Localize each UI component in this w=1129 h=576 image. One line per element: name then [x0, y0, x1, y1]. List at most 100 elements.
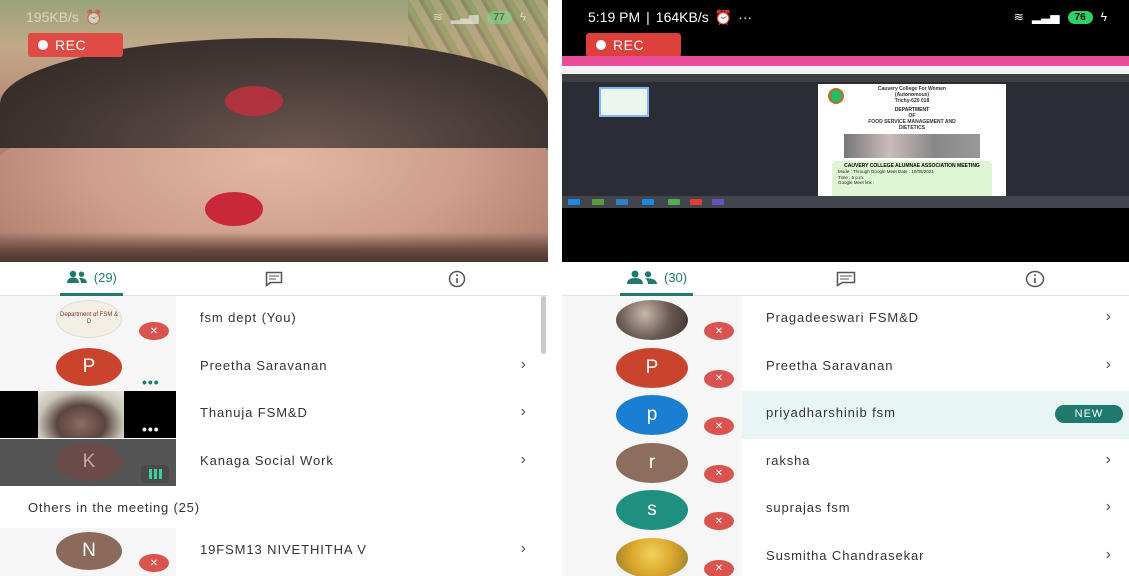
mic-off-icon: ✕ — [704, 322, 734, 340]
more-dots-icon: ••• — [142, 373, 160, 390]
participant-name: Preetha Saravanan — [766, 357, 894, 373]
participant-name: priyadharshinib fsm — [766, 405, 896, 420]
wifi-icon: ≋ — [432, 10, 443, 24]
chevron-right-icon[interactable]: › — [521, 540, 526, 558]
clock: 5:19 PM — [588, 9, 641, 25]
others-section-label: Others in the meeting (25) — [28, 500, 200, 515]
chevron-right-icon[interactable]: › — [1106, 451, 1111, 469]
participant-name: Kanaga Social Work — [200, 452, 334, 468]
browser-tab-bar — [562, 56, 1129, 66]
mic-off-icon: ✕ — [139, 322, 169, 340]
people-count: (30) — [663, 269, 688, 285]
participant-name: Pragadeeswari FSM&D — [766, 310, 919, 325]
rec-indicator: REC — [586, 33, 681, 57]
avatar — [616, 300, 688, 340]
building-photo — [844, 134, 980, 158]
tab-info[interactable] — [365, 262, 548, 295]
participant-row[interactable]: ✕ Susmitha Chandrasekar › — [562, 533, 1129, 576]
bindi — [205, 192, 263, 226]
chevron-right-icon[interactable]: › — [1106, 356, 1111, 374]
tab-chat[interactable] — [751, 262, 940, 295]
avatar: K — [56, 442, 122, 481]
network-speed: 195KB/s — [26, 9, 79, 25]
charging-icon: ϟ — [519, 10, 526, 24]
tab-people[interactable]: (30) — [562, 262, 751, 296]
left-phone-screen: 195KB/s ⏰ ≋ ▂▃▅ 77 ϟ REC (29) Department… — [0, 0, 548, 576]
meeting-tabs: (29) — [0, 262, 548, 296]
mic-off-icon: ✕ — [139, 554, 169, 572]
charging-icon: ϟ — [1100, 10, 1107, 24]
battery-indicator: 76 — [1067, 10, 1093, 24]
avatar — [616, 537, 688, 576]
avatar: r — [616, 442, 688, 483]
wifi-icon: ≋ — [1013, 10, 1024, 24]
participant-row[interactable]: ✕ Pragadeeswari FSM&D › — [562, 296, 1129, 344]
participant-row[interactable]: N ✕ 19FSM13 NIVETHITHA V › — [0, 528, 548, 576]
participant-name: Thanuja FSM&D — [200, 405, 308, 420]
avatar: p — [616, 395, 688, 435]
meeting-details-box: CAUVERY COLLEGE ALUMNAE ASSOCIATION MEET… — [832, 161, 992, 201]
new-badge: NEW — [1055, 405, 1123, 423]
avatar: Department of FSM & D — [56, 300, 122, 338]
mic-off-icon: ✕ — [704, 417, 734, 435]
signal-icon: ▂▃▅ — [1031, 10, 1060, 24]
tab-chat[interactable] — [183, 262, 366, 295]
tab-info[interactable] — [940, 262, 1129, 295]
mic-off-icon: ✕ — [704, 369, 734, 388]
info-icon — [1025, 270, 1044, 287]
mic-off-icon: ✕ — [704, 512, 734, 530]
participant-name: 19FSM13 NIVETHITHA V — [200, 542, 367, 557]
avatar: N — [56, 532, 122, 570]
chat-icon — [265, 271, 283, 287]
invitation-document: Cauvery College For Women (Autonomous) T… — [818, 84, 1006, 201]
chevron-right-icon[interactable]: › — [1106, 498, 1111, 516]
participant-name: raksha — [766, 452, 811, 468]
avatar: P — [616, 347, 688, 388]
participant-row[interactable]: Department of FSM & D ✕ fsm dept (You) — [0, 296, 548, 354]
windows-taskbar — [562, 196, 1129, 208]
alarm-icon: ⏰ — [84, 8, 103, 25]
status-bar: 195KB/s ⏰ ≋ ▂▃▅ 77 ϟ — [26, 6, 526, 28]
chat-icon — [836, 271, 855, 287]
signal-icon: ▂▃▅ — [450, 10, 479, 24]
participant-name: Preetha Saravanan — [200, 357, 328, 373]
alarm-icon: ⏰ — [714, 8, 733, 25]
chevron-right-icon[interactable]: › — [521, 451, 526, 469]
participant-name: Susmitha Chandrasekar — [766, 547, 925, 563]
right-phone-screen: 5:19 PM | 164KB/s ⏰ ··· ≋ ▂▃▅ 76 ϟ REC C… — [562, 0, 1129, 576]
chevron-right-icon[interactable]: › — [521, 356, 526, 374]
college-logo — [828, 88, 844, 104]
avatar: P — [56, 347, 122, 386]
participant-row[interactable]: ••• Thanuja FSM&D › — [0, 391, 548, 439]
chevron-right-icon[interactable]: › — [1106, 546, 1111, 564]
mic-off-icon: ✕ — [704, 464, 734, 483]
people-icon — [626, 270, 657, 284]
participant-name: fsm dept (You) — [200, 310, 297, 325]
chevron-right-icon[interactable]: › — [1106, 308, 1111, 326]
participant-row[interactable]: P ••• Preetha Saravanan › — [0, 343, 548, 391]
battery-indicator: 77 — [486, 10, 512, 24]
participant-row[interactable]: s ✕ suprajas fsm › — [562, 486, 1129, 534]
shared-screen: Cauvery College For Women (Autonomous) T… — [562, 56, 1129, 208]
status-bar: 5:19 PM | 164KB/s ⏰ ··· ≋ ▂▃▅ 76 ϟ — [588, 8, 1107, 26]
record-icon — [596, 40, 606, 50]
meeting-tabs: (30) — [562, 262, 1129, 296]
chevron-right-icon[interactable]: › — [521, 403, 526, 421]
participant-list: Department of FSM & D ✕ fsm dept (You) P… — [0, 296, 548, 576]
more-dots-icon: ••• — [142, 421, 160, 437]
more-notifications: ··· — [738, 9, 753, 25]
tab-people[interactable]: (29) — [0, 262, 183, 296]
participant-row[interactable]: P ✕ Preetha Saravanan › — [562, 343, 1129, 391]
participant-row[interactable]: p ✕ priyadharshinib fsm NEW — [562, 391, 1129, 439]
browser-address-bar — [562, 66, 1129, 74]
participant-row[interactable]: K Kanaga Social Work › — [0, 438, 548, 487]
info-icon — [448, 270, 465, 287]
self-video: 195KB/s ⏰ ≋ ▂▃▅ 77 ϟ REC — [0, 0, 548, 262]
participant-row[interactable]: r ✕ raksha › — [562, 438, 1129, 486]
speaking-indicator-icon — [141, 464, 169, 483]
presentation-video: 5:19 PM | 164KB/s ⏰ ··· ≋ ▂▃▅ 76 ϟ REC C… — [562, 0, 1129, 262]
network-speed: 164KB/s — [655, 9, 709, 25]
rec-indicator: REC — [28, 33, 123, 57]
people-icon — [66, 270, 87, 283]
people-count: (29) — [93, 269, 117, 285]
